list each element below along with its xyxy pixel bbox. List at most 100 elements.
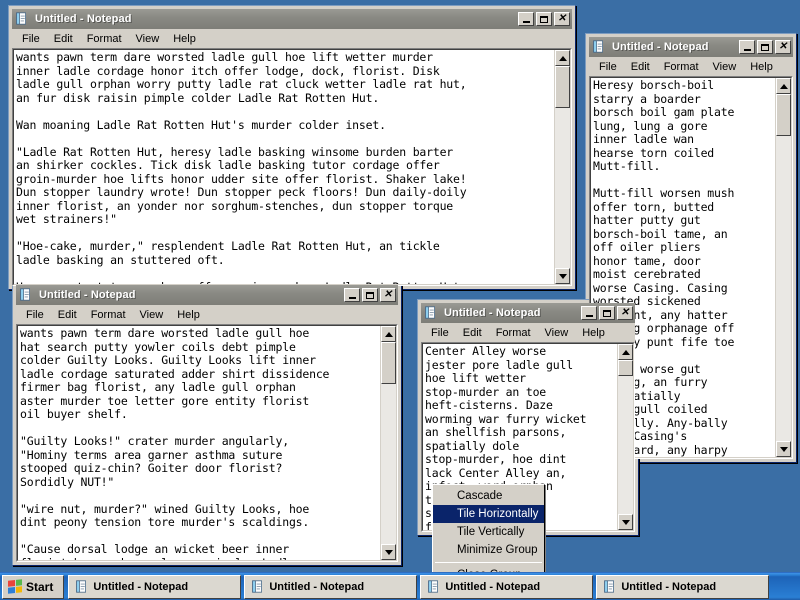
vertical-scrollbar[interactable] [554,50,570,284]
scroll-thumb[interactable] [776,94,791,136]
menu-help[interactable]: Help [170,307,207,323]
menu-edit[interactable]: Edit [624,59,657,75]
menu-edit[interactable]: Edit [47,31,80,47]
notepad-icon [15,12,31,26]
menubar: File Edit Format View Help [16,305,398,324]
start-button[interactable]: Start [2,574,65,599]
editor-area[interactable]: wants pawn term dare worsted ladle gull … [16,324,398,562]
close-button[interactable]: ✕ [380,288,396,302]
taskbar[interactable]: Start Untitled - Notepad Untitled - Note… [0,572,800,600]
scroll-up-button[interactable] [776,78,791,94]
text-content[interactable]: wants pawn term dare worsted ladle gull … [18,326,380,560]
titlebar[interactable]: Untitled - Notepad ✕ [12,9,572,29]
taskbar-button-label: Untitled - Notepad [621,580,717,593]
notepad-icon [592,40,608,54]
menu-format[interactable]: Format [80,31,129,47]
windows-logo-icon [8,579,22,594]
close-button[interactable]: ✕ [775,40,791,54]
context-menu-item-tile-horizontally[interactable]: Tile Horizontally [433,505,544,523]
scroll-down-button[interactable] [555,268,570,284]
notepad-icon [251,580,264,593]
minimize-button[interactable] [518,12,534,26]
notepad-icon [427,580,440,593]
taskbar-button-label: Untitled - Notepad [269,580,365,593]
notepad-icon [424,306,440,320]
menu-edit[interactable]: Edit [51,307,84,323]
taskbar-button-3[interactable]: Untitled - Notepad [420,574,594,599]
context-menu-separator [435,562,542,563]
minimize-button[interactable] [739,40,755,54]
menu-format[interactable]: Format [84,307,133,323]
taskbar-buttons: Untitled - Notepad Untitled - Notepad Un… [68,574,798,599]
window-title: Untitled - Notepad [39,289,136,301]
scroll-thumb[interactable] [381,342,396,384]
scroll-track[interactable] [381,384,396,544]
notepad-icon [75,580,88,593]
close-button[interactable]: ✕ [617,306,633,320]
menu-view[interactable]: View [133,307,171,323]
titlebar-buttons: ✕ [581,306,633,320]
scroll-up-button[interactable] [555,50,570,66]
titlebar[interactable]: Untitled - Notepad ✕ [589,37,793,57]
menu-view[interactable]: View [538,325,576,341]
menu-file[interactable]: File [15,31,47,47]
editor-area[interactable]: wants pawn term dare worsted ladle gull … [12,48,572,286]
taskbar-button-4[interactable]: Untitled - Notepad [596,574,770,599]
notepad-icon [603,580,616,593]
notepad-window-3[interactable]: Untitled - Notepad ✕ File Edit Format Vi… [12,281,402,566]
menu-help[interactable]: Help [575,325,612,341]
scroll-thumb[interactable] [618,360,633,376]
menu-view[interactable]: View [129,31,167,47]
menu-help[interactable]: Help [743,59,780,75]
close-button[interactable]: ✕ [554,12,570,26]
window-title: Untitled - Notepad [612,41,709,53]
titlebar[interactable]: Untitled - Notepad ✕ [16,285,398,305]
start-button-label: Start [26,579,54,594]
vertical-scrollbar[interactable] [617,344,633,530]
taskbar-button-label: Untitled - Notepad [93,580,189,593]
titlebar-buttons: ✕ [344,288,396,302]
maximize-button[interactable] [757,40,773,54]
scroll-down-button[interactable] [381,544,396,560]
taskbar-button-2[interactable]: Untitled - Notepad [244,574,418,599]
scroll-up-button[interactable] [381,326,396,342]
text-content[interactable]: wants pawn term dare worsted ladle gull … [14,50,554,284]
scroll-down-button[interactable] [776,441,791,457]
vertical-scrollbar[interactable] [775,78,791,457]
scroll-down-button[interactable] [618,514,633,530]
maximize-button[interactable] [599,306,615,320]
scroll-up-button[interactable] [618,344,633,360]
taskbar-button-label: Untitled - Notepad [445,580,541,593]
window-title: Untitled - Notepad [35,13,132,25]
maximize-button[interactable] [362,288,378,302]
menu-help[interactable]: Help [166,31,203,47]
minimize-button[interactable] [581,306,597,320]
context-menu-item-minimize-group[interactable]: Minimize Group [433,541,544,559]
menu-file[interactable]: File [424,325,456,341]
vertical-scrollbar[interactable] [380,326,396,560]
menu-view[interactable]: View [706,59,744,75]
titlebar-buttons: ✕ [518,12,570,26]
scroll-thumb[interactable] [555,66,570,108]
desktop[interactable]: Untitled - Notepad ✕ File Edit Format Vi… [0,0,800,600]
menubar: File Edit Format View Help [589,57,793,76]
scroll-track[interactable] [555,108,570,268]
scroll-track[interactable] [776,136,791,441]
notepad-icon [19,288,35,302]
notepad-window-1[interactable]: Untitled - Notepad ✕ File Edit Format Vi… [8,5,576,290]
menu-file[interactable]: File [19,307,51,323]
context-menu-item-cascade[interactable]: Cascade [433,487,544,505]
context-menu-item-tile-vertically[interactable]: Tile Vertically [433,523,544,541]
menu-edit[interactable]: Edit [456,325,489,341]
window-title: Untitled - Notepad [444,307,541,319]
minimize-button[interactable] [344,288,360,302]
menu-file[interactable]: File [592,59,624,75]
menu-format[interactable]: Format [489,325,538,341]
maximize-button[interactable] [536,12,552,26]
titlebar[interactable]: Untitled - Notepad ✕ [421,303,635,323]
taskbar-button-1[interactable]: Untitled - Notepad [68,574,242,599]
menu-format[interactable]: Format [657,59,706,75]
menubar: File Edit Format View Help [421,323,635,342]
scroll-track[interactable] [618,376,633,514]
menubar: File Edit Format View Help [12,29,572,48]
